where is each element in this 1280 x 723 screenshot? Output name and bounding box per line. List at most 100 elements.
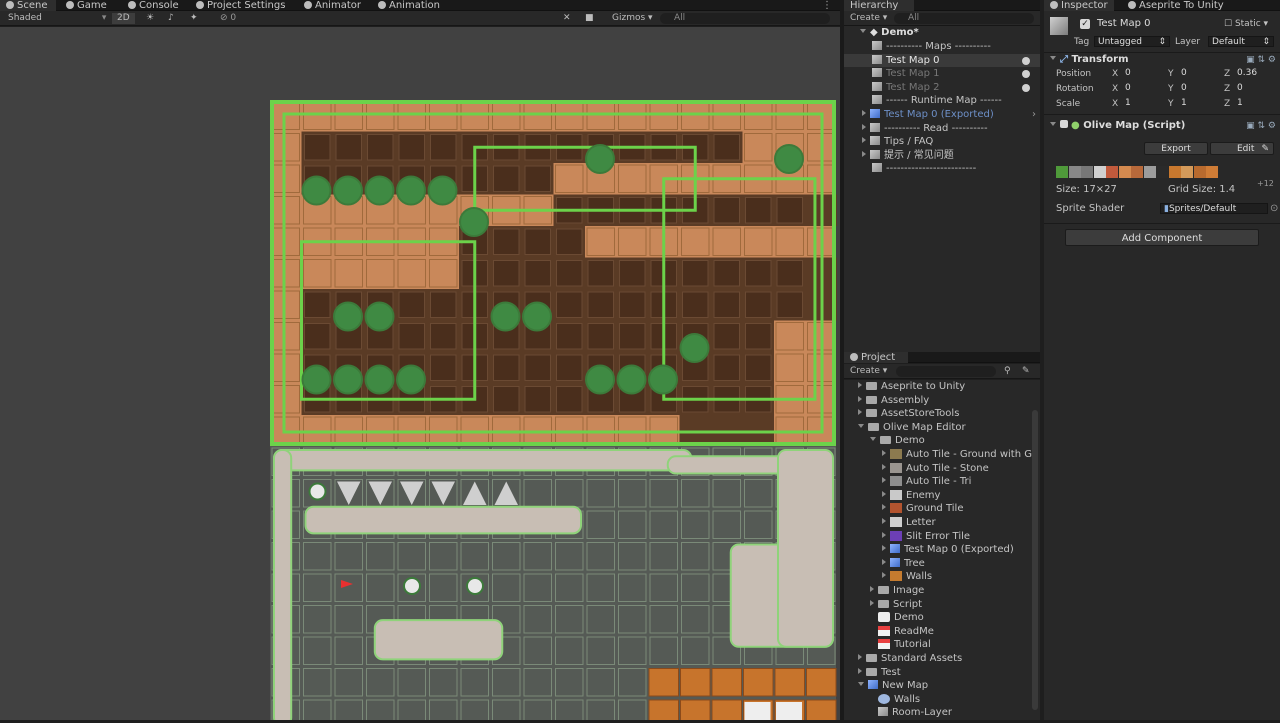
layer-dropdown[interactable]: Default ⇕	[1208, 36, 1274, 47]
project-search-input[interactable]	[896, 366, 996, 377]
expand-arrow-icon[interactable]	[882, 558, 886, 565]
hierarchy-create-button[interactable]: Create ▾	[850, 13, 887, 24]
project-item[interactable]: Enemy	[844, 489, 1040, 502]
palette-swatch[interactable]	[1106, 166, 1118, 178]
hierarchy-scene-row[interactable]: ◆ Demo*	[844, 26, 1040, 39]
component-menu-icons[interactable]: ▣ ⇅ ⚙	[1246, 54, 1276, 66]
project-item[interactable]: Test	[844, 666, 1040, 679]
hierarchy-item[interactable]: ---------- Maps ----------	[844, 40, 1040, 53]
label-icon[interactable]: ✎	[1022, 366, 1030, 377]
palette-swatch[interactable]	[1056, 166, 1068, 178]
hierarchy-item[interactable]: Test Map 0 (Exported) ›	[844, 108, 1040, 121]
expand-arrow-icon[interactable]	[862, 123, 866, 130]
visibility-icon[interactable]	[1022, 70, 1030, 79]
project-item[interactable]: Image	[844, 584, 1040, 597]
tag-dropdown[interactable]: Untagged ⇕	[1094, 36, 1170, 47]
palette-swatch[interactable]	[1143, 166, 1156, 178]
project-item[interactable]: Walls	[844, 693, 1040, 706]
palette-swatch[interactable]	[1068, 166, 1081, 178]
project-item[interactable]: Walls	[844, 570, 1040, 583]
expand-arrow-icon[interactable]	[862, 110, 866, 116]
expand-arrow-icon[interactable]	[870, 599, 874, 606]
project-item[interactable]: Script	[844, 598, 1040, 611]
enabled-checkbox[interactable]	[1060, 120, 1068, 128]
expand-arrow-icon[interactable]	[858, 409, 862, 416]
tab-inspector[interactable]: Inspector	[1044, 0, 1114, 11]
audio-icon[interactable]: ♪	[168, 13, 174, 24]
tab-aseprite-to-unity[interactable]: Aseprite To Unity	[1128, 0, 1224, 11]
rotation-x-field[interactable]: 0	[1122, 83, 1164, 94]
project-item[interactable]: AssetStoreTools	[844, 407, 1040, 420]
project-item[interactable]: Standard Assets	[844, 652, 1040, 665]
tab-project[interactable]: Project	[844, 352, 908, 363]
tab-hierarchy[interactable]: Hierarchy	[844, 0, 914, 11]
hierarchy-item[interactable]: ---------- Read ----------	[844, 122, 1040, 135]
scale-y-field[interactable]: 1	[1178, 98, 1220, 109]
hierarchy-search-input[interactable]: All	[894, 13, 1034, 24]
expand-arrow-icon[interactable]	[862, 150, 866, 157]
position-x-field[interactable]: 0	[1122, 68, 1164, 79]
scene-viewport[interactable]	[0, 27, 840, 723]
project-item[interactable]: Auto Tile - Stone	[844, 462, 1040, 475]
palette-swatch[interactable]	[1168, 166, 1181, 178]
rotation-z-field[interactable]: 0	[1234, 83, 1276, 94]
expand-arrow-icon[interactable]	[858, 654, 862, 660]
expand-arrow-icon[interactable]	[870, 586, 874, 592]
expand-arrow-icon[interactable]	[858, 682, 864, 687]
transform-header[interactable]: ⤢ Transform	[1050, 54, 1129, 66]
expand-arrow-icon[interactable]	[862, 137, 866, 144]
position-z-field[interactable]: 0.36	[1234, 68, 1276, 79]
project-item[interactable]: Ground Tile	[844, 502, 1040, 515]
filter-icon[interactable]: ⚲	[1004, 366, 1011, 377]
gizmos-dropdown[interactable]: Gizmos ▾	[612, 13, 653, 24]
panel-menu-icon[interactable]: ⋮	[822, 0, 832, 11]
project-item[interactable]: Olive Map Editor	[844, 421, 1040, 434]
hierarchy-item[interactable]: Test Map 0	[844, 53, 1040, 67]
scene-search-input[interactable]: All	[660, 13, 830, 24]
camera-icon[interactable]: ■	[585, 13, 594, 24]
hierarchy-item[interactable]: Tips / FAQ	[844, 135, 1040, 148]
add-component-button[interactable]: Add Component	[1065, 229, 1259, 246]
olive-map-header[interactable]: ● Olive Map (Script)	[1050, 120, 1185, 132]
chevron-right-icon[interactable]: ›	[1032, 108, 1036, 121]
tools-icon[interactable]: ✕	[563, 13, 571, 24]
palette-swatch[interactable]	[1181, 166, 1193, 178]
palette-swatch[interactable]	[1206, 166, 1218, 178]
project-item[interactable]: Assembly	[844, 394, 1040, 407]
project-item[interactable]: Letter	[844, 516, 1040, 529]
expand-arrow-icon[interactable]	[882, 477, 886, 484]
hierarchy-item[interactable]: ------ Runtime Map ------	[844, 94, 1040, 107]
expand-arrow-icon[interactable]	[882, 531, 886, 538]
visibility-icon[interactable]	[1022, 83, 1030, 92]
static-toggle[interactable]: ☐ Static ▾	[1224, 18, 1268, 30]
project-item[interactable]: Auto Tile - Ground with G	[844, 448, 1040, 461]
hierarchy-item[interactable]: Test Map 2	[844, 81, 1040, 94]
expand-arrow-icon[interactable]	[882, 490, 886, 497]
expand-arrow-icon[interactable]	[858, 423, 864, 428]
project-item[interactable]: ReadMe	[844, 625, 1040, 638]
scale-x-field[interactable]: 1	[1122, 98, 1164, 109]
edit-button[interactable]: Edit ✎	[1210, 142, 1274, 155]
export-button[interactable]: Export	[1144, 142, 1208, 155]
hierarchy-item[interactable]: -------------------------	[844, 162, 1040, 175]
expand-arrow-icon[interactable]	[858, 667, 862, 674]
project-create-button[interactable]: Create ▾	[850, 366, 887, 377]
active-checkbox[interactable]: ✓	[1080, 19, 1090, 29]
component-menu-icons[interactable]: ▣ ⇅ ⚙	[1246, 120, 1276, 132]
project-item[interactable]: Demo	[844, 611, 1040, 624]
object-picker-icon[interactable]: ⊙	[1270, 203, 1278, 215]
hidden-layers-icon[interactable]: ⊘ 0	[220, 13, 236, 24]
expand-arrow-icon[interactable]	[858, 395, 862, 402]
expand-arrow-icon[interactable]	[882, 572, 886, 579]
expand-arrow-icon[interactable]	[860, 29, 866, 33]
project-item[interactable]: Aseprite to Unity	[844, 380, 1040, 393]
expand-arrow-icon[interactable]	[882, 545, 886, 552]
project-item[interactable]: Tree	[844, 557, 1040, 570]
hierarchy-item[interactable]: Test Map 1	[844, 67, 1040, 80]
project-item[interactable]: Auto Tile - Tri	[844, 475, 1040, 488]
project-item[interactable]: Tutorial	[844, 638, 1040, 651]
expand-arrow-icon[interactable]	[882, 518, 886, 524]
object-name-field[interactable]: Test Map 0	[1094, 18, 1218, 29]
shading-dropdown[interactable]: Shaded ▾	[8, 13, 106, 24]
expand-arrow-icon[interactable]	[882, 450, 886, 456]
